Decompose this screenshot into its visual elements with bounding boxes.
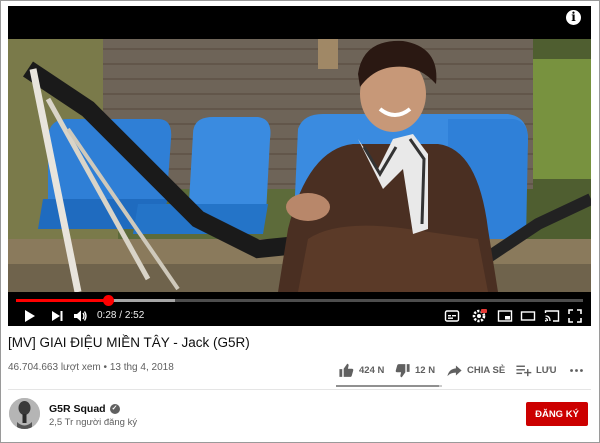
progress-scrubber-handle[interactable] [103, 295, 115, 306]
share-label: CHIA SẺ [467, 364, 506, 376]
theater-mode-icon[interactable] [520, 308, 536, 324]
next-icon[interactable] [49, 308, 65, 324]
video-meta: 46.704.663 lượt xem • 13 thg 4, 2018 [8, 362, 174, 373]
video-frame[interactable] [8, 39, 591, 292]
video-title: [MV] GIAI ĐIỆU MIỀN TÂY - Jack (G5R) [8, 335, 250, 350]
share-icon [447, 365, 462, 376]
volume-icon[interactable] [72, 308, 88, 324]
video-actions: 424 N 12 N CHIA SẺ LƯU [336, 358, 596, 387]
microphone-icon [9, 398, 40, 429]
upload-date: 13 thg 4, 2018 [109, 362, 174, 373]
more-icon [570, 368, 583, 372]
time-display: 0:28 / 2:52 [97, 310, 145, 321]
current-time: 0:28 [97, 310, 117, 321]
like-ratio-fill [336, 385, 439, 387]
progress-played [16, 299, 109, 302]
channel-avatar[interactable] [9, 398, 40, 429]
settings-icon[interactable] [471, 308, 487, 324]
cast-icon[interactable] [544, 308, 560, 324]
more-actions-button[interactable] [568, 358, 589, 382]
video-frame-image [8, 39, 591, 292]
like-ratio-bar [336, 385, 442, 387]
fullscreen-icon[interactable] [567, 308, 583, 324]
share-button[interactable]: CHIA SẺ [446, 358, 505, 382]
view-count: 46.704.663 lượt xem [8, 362, 101, 373]
subscribe-button[interactable]: ĐĂNG KÝ [526, 402, 588, 426]
play-icon[interactable] [21, 308, 37, 324]
subtitles-icon[interactable] [444, 308, 460, 324]
dislike-button[interactable]: 12 N [394, 358, 435, 382]
player-controls: 0:28 / 2:52 [8, 306, 591, 326]
progress-bar[interactable] [16, 295, 583, 306]
add-to-playlist-icon [516, 365, 532, 376]
dislike-count: 12 N [415, 364, 436, 376]
duration: 2:52 [124, 310, 145, 321]
subscriber-count: 2,5 Tr người đăng ký [49, 417, 138, 428]
miniplayer-icon[interactable] [497, 308, 513, 324]
video-player[interactable]: i 0:28 / 2:52 [8, 6, 591, 326]
save-button[interactable]: LƯU [515, 358, 557, 382]
save-label: LƯU [536, 364, 557, 376]
thumbs-down-icon [395, 363, 410, 377]
like-button[interactable]: 424 N [338, 358, 384, 382]
info-icon[interactable]: i [566, 10, 581, 25]
channel-name[interactable]: G5R Squad [49, 403, 106, 415]
like-count: 424 N [359, 364, 385, 376]
verified-check-icon: ✓ [109, 404, 120, 414]
channel-name-row[interactable]: G5R Squad ✓ [49, 403, 120, 415]
thumbs-up-icon [339, 363, 354, 377]
section-divider [8, 389, 591, 390]
